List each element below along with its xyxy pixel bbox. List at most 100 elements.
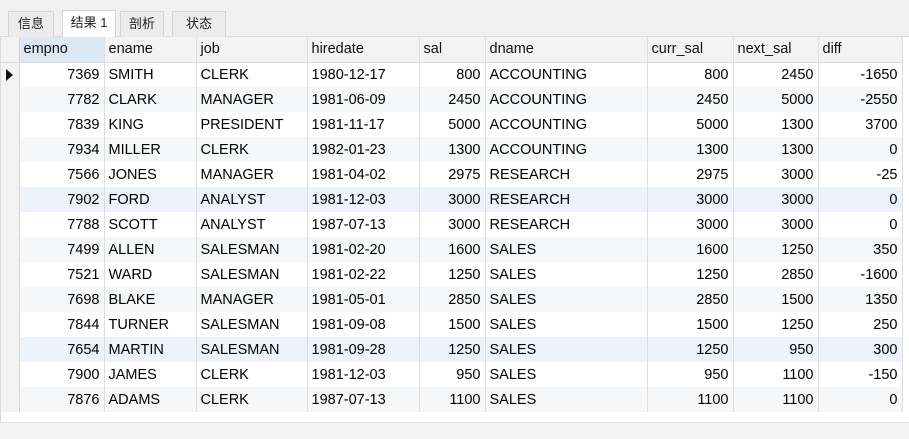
column-header-curr-sal[interactable]: curr_sal xyxy=(647,37,734,63)
cell-dname[interactable]: RESEARCH xyxy=(485,162,648,187)
cell-curr-sal[interactable]: 1100 xyxy=(647,387,734,412)
cell-ename[interactable]: ADAMS xyxy=(104,387,197,412)
row-indicator[interactable] xyxy=(1,162,20,187)
cell-diff[interactable]: -25 xyxy=(818,162,903,187)
cell-empno[interactable]: 7788 xyxy=(19,212,105,237)
table-row[interactable]: 7369 SMITH CLERK 1980-12-17 800 ACCOUNTING 800… xyxy=(1,62,903,87)
row-indicator[interactable] xyxy=(1,287,20,312)
cell-curr-sal[interactable]: 2450 xyxy=(647,87,734,112)
table-row[interactable]: 7839 KING PRESIDENT 1981-11-17 5000 ACCOUNTIN… xyxy=(1,112,903,137)
cell-next-sal[interactable]: 2450 xyxy=(733,62,819,87)
cell-job[interactable]: SALESMAN xyxy=(196,237,308,262)
row-indicator[interactable] xyxy=(1,387,20,412)
cell-next-sal[interactable]: 2850 xyxy=(733,262,819,287)
row-indicator[interactable] xyxy=(1,362,20,387)
cell-dname[interactable]: SALES xyxy=(485,312,648,337)
cell-hiredate[interactable]: 1982-01-23 xyxy=(307,137,420,162)
row-indicator[interactable] xyxy=(1,137,20,162)
cell-ename[interactable]: MARTIN xyxy=(104,337,197,362)
cell-sal[interactable]: 800 xyxy=(419,62,486,87)
cell-sal[interactable]: 3000 xyxy=(419,187,486,212)
row-indicator[interactable] xyxy=(1,87,20,112)
cell-curr-sal[interactable]: 950 xyxy=(647,362,734,387)
cell-job[interactable]: CLERK xyxy=(196,62,308,87)
cell-ename[interactable]: TURNER xyxy=(104,312,197,337)
cell-job[interactable]: SALESMAN xyxy=(196,337,308,362)
row-indicator[interactable] xyxy=(1,212,20,237)
cell-job[interactable]: CLERK xyxy=(196,362,308,387)
row-indicator[interactable] xyxy=(1,112,20,137)
cell-dname[interactable]: RESEARCH xyxy=(485,212,648,237)
column-header-hiredate[interactable]: hiredate xyxy=(307,37,420,63)
cell-diff[interactable]: 0 xyxy=(818,212,903,237)
cell-job[interactable]: MANAGER xyxy=(196,287,308,312)
cell-sal[interactable]: 1250 xyxy=(419,262,486,287)
tab-info[interactable]: 信息 xyxy=(8,11,54,37)
cell-empno[interactable]: 7521 xyxy=(19,262,105,287)
cell-hiredate[interactable]: 1981-05-01 xyxy=(307,287,420,312)
cell-empno[interactable]: 7654 xyxy=(19,337,105,362)
table-row[interactable]: 7566 JONES MANAGER 1981-04-02 2975 RESEARCH 29… xyxy=(1,162,903,187)
cell-next-sal[interactable]: 1300 xyxy=(733,137,819,162)
cell-dname[interactable]: SALES xyxy=(485,387,648,412)
cell-sal[interactable]: 950 xyxy=(419,362,486,387)
cell-hiredate[interactable]: 1981-09-28 xyxy=(307,337,420,362)
cell-ename[interactable]: BLAKE xyxy=(104,287,197,312)
cell-curr-sal[interactable]: 800 xyxy=(647,62,734,87)
cell-hiredate[interactable]: 1981-12-03 xyxy=(307,362,420,387)
row-indicator[interactable] xyxy=(1,62,20,87)
cell-empno[interactable]: 7844 xyxy=(19,312,105,337)
row-indicator[interactable] xyxy=(1,187,20,212)
cell-empno[interactable]: 7839 xyxy=(19,112,105,137)
cell-ename[interactable]: JAMES xyxy=(104,362,197,387)
cell-next-sal[interactable]: 950 xyxy=(733,337,819,362)
table-row[interactable]: 7900 JAMES CLERK 1981-12-03 950 SALES 950 1100-… xyxy=(1,362,903,387)
cell-hiredate[interactable]: 1981-02-22 xyxy=(307,262,420,287)
cell-dname[interactable]: SALES xyxy=(485,337,648,362)
cell-sal[interactable]: 1500 xyxy=(419,312,486,337)
cell-diff[interactable]: 0 xyxy=(818,137,903,162)
horizontal-scrollbar[interactable] xyxy=(0,422,909,439)
cell-next-sal[interactable]: 5000 xyxy=(733,87,819,112)
cell-curr-sal[interactable]: 2850 xyxy=(647,287,734,312)
cell-diff[interactable]: -150 xyxy=(818,362,903,387)
cell-hiredate[interactable]: 1981-06-09 xyxy=(307,87,420,112)
table-row[interactable]: 7782 CLARK MANAGER 1981-06-09 2450 ACCOUNTING… xyxy=(1,87,903,112)
cell-diff[interactable]: 250 xyxy=(818,312,903,337)
column-header-job[interactable]: job xyxy=(196,37,308,63)
cell-sal[interactable]: 1250 xyxy=(419,337,486,362)
cell-dname[interactable]: SALES xyxy=(485,287,648,312)
cell-next-sal[interactable]: 1500 xyxy=(733,287,819,312)
cell-empno[interactable]: 7934 xyxy=(19,137,105,162)
table-row[interactable]: 7844 TURNER SALESMAN 1981-09-08 1500 SALES 150… xyxy=(1,312,903,337)
cell-sal[interactable]: 1600 xyxy=(419,237,486,262)
cell-next-sal[interactable]: 3000 xyxy=(733,187,819,212)
cell-diff[interactable]: 1350 xyxy=(818,287,903,312)
table-row[interactable]: 7788 SCOTT ANALYST 1987-07-13 3000 RESEARCH 30… xyxy=(1,212,903,237)
cell-ename[interactable]: ALLEN xyxy=(104,237,197,262)
cell-job[interactable]: CLERK xyxy=(196,387,308,412)
cell-sal[interactable]: 5000 xyxy=(419,112,486,137)
cell-next-sal[interactable]: 1100 xyxy=(733,362,819,387)
cell-ename[interactable]: WARD xyxy=(104,262,197,287)
cell-job[interactable]: SALESMAN xyxy=(196,312,308,337)
cell-job[interactable]: SALESMAN xyxy=(196,262,308,287)
table-row[interactable]: 7654 MARTIN SALESMAN 1981-09-28 1250 SALES 125… xyxy=(1,337,903,362)
table-row[interactable]: 7902 FORD ANALYST 1981-12-03 3000 RESEARCH 300… xyxy=(1,187,903,212)
cell-next-sal[interactable]: 1250 xyxy=(733,237,819,262)
cell-curr-sal[interactable]: 1250 xyxy=(647,262,734,287)
table-row[interactable]: 7499 ALLEN SALESMAN 1981-02-20 1600 SALES 1600… xyxy=(1,237,903,262)
cell-sal[interactable]: 1300 xyxy=(419,137,486,162)
cell-hiredate[interactable]: 1981-09-08 xyxy=(307,312,420,337)
cell-job[interactable]: PRESIDENT xyxy=(196,112,308,137)
cell-dname[interactable]: SALES xyxy=(485,237,648,262)
cell-curr-sal[interactable]: 3000 xyxy=(647,212,734,237)
cell-job[interactable]: CLERK xyxy=(196,137,308,162)
cell-empno[interactable]: 7876 xyxy=(19,387,105,412)
cell-hiredate[interactable]: 1981-12-03 xyxy=(307,187,420,212)
cell-ename[interactable]: JONES xyxy=(104,162,197,187)
column-header-empno[interactable]: empno xyxy=(19,37,105,63)
cell-curr-sal[interactable]: 1600 xyxy=(647,237,734,262)
row-indicator[interactable] xyxy=(1,262,20,287)
cell-dname[interactable]: ACCOUNTING xyxy=(485,87,648,112)
